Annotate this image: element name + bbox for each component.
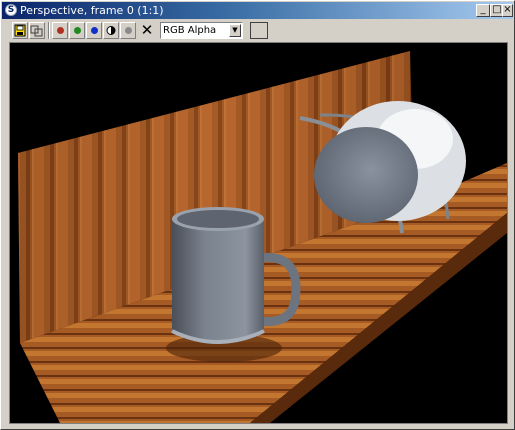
title-bar[interactable]: S Perspective, frame 0 (1:1) _ □ × <box>2 2 513 19</box>
render-window: S Perspective, frame 0 (1:1) _ □ × ✕ RGB… <box>0 0 515 430</box>
render-viewport[interactable] <box>9 42 508 424</box>
red-channel-icon <box>57 27 64 34</box>
channel-select[interactable]: RGB Alpha ▼ <box>160 22 243 39</box>
mug-opening <box>177 210 259 228</box>
monochrome-icon <box>125 27 132 34</box>
monochrome-toggle[interactable] <box>120 22 136 39</box>
close-button[interactable]: × <box>502 4 513 17</box>
plate-face <box>314 127 418 223</box>
window-title: Perspective, frame 0 (1:1) <box>20 4 164 17</box>
red-channel-toggle[interactable] <box>52 22 68 39</box>
toolbar-separator <box>48 22 50 39</box>
clear-icon: ✕ <box>140 21 154 39</box>
alpha-channel-toggle[interactable] <box>103 22 119 39</box>
green-channel-toggle[interactable] <box>69 22 85 39</box>
channel-select-value: RGB Alpha <box>163 25 217 36</box>
app-icon[interactable]: S <box>5 4 17 16</box>
chevron-down-icon[interactable]: ▼ <box>229 24 241 37</box>
green-channel-icon <box>74 27 81 34</box>
background-color-swatch[interactable] <box>250 22 268 39</box>
mug-body <box>172 218 264 344</box>
clone-window-icon <box>30 25 43 37</box>
toolbar: ✕ RGB Alpha ▼ <box>2 20 513 41</box>
alpha-channel-icon <box>106 26 116 35</box>
rendered-scene <box>18 51 507 423</box>
clone-window-button[interactable] <box>29 22 45 39</box>
minimize-button[interactable]: _ <box>476 4 490 17</box>
save-image-icon <box>14 24 26 37</box>
blue-channel-toggle[interactable] <box>86 22 102 39</box>
save-image-button[interactable] <box>12 22 28 39</box>
blue-channel-icon <box>91 27 98 34</box>
clear-button[interactable]: ✕ <box>139 22 155 39</box>
